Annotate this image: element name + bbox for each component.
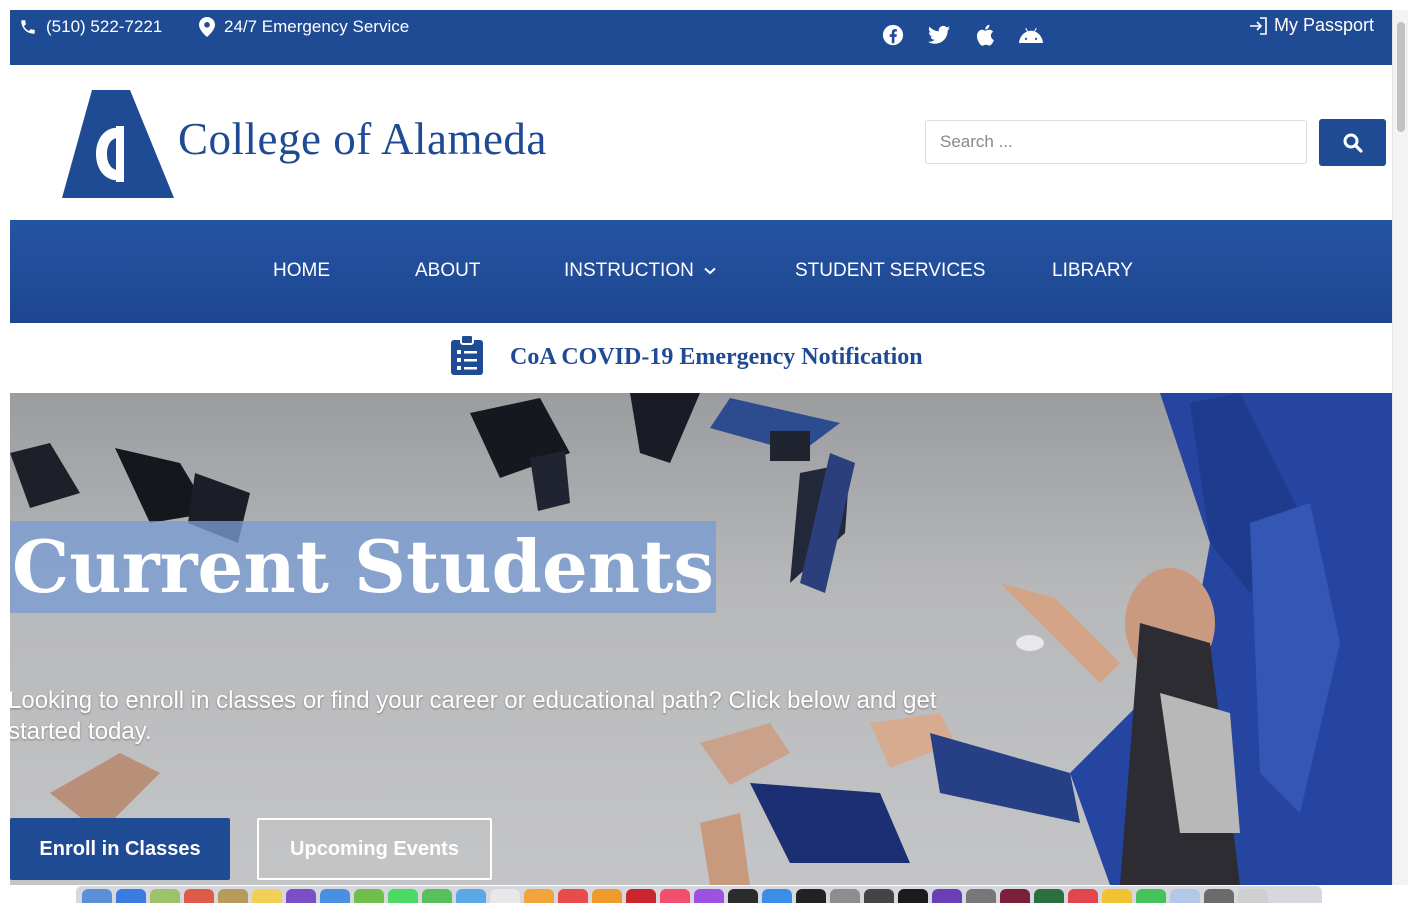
search-input[interactable] <box>925 120 1307 164</box>
college-logo[interactable] <box>62 90 174 198</box>
site-header: College of Alameda <box>10 65 1392 220</box>
passport-label: My Passport <box>1273 15 1374 35</box>
vertical-scrollbar[interactable] <box>1392 10 1408 885</box>
main-nav: HOME ABOUT INSTRUCTION STUDENT SERVICES … <box>10 220 1392 323</box>
dock-app-icon[interactable] <box>1068 889 1098 903</box>
dock-app-icon[interactable] <box>524 889 554 903</box>
dock-app-icon[interactable] <box>354 889 384 903</box>
dock-app-icon[interactable] <box>422 889 452 903</box>
macos-dock <box>76 886 1322 903</box>
phone-link[interactable]: (510) 522-7221 <box>19 17 162 37</box>
dock-app-icon[interactable] <box>728 889 758 903</box>
dock-app-icon[interactable] <box>1204 889 1234 903</box>
social-links <box>880 22 1044 48</box>
graduation-photo <box>10 393 1392 885</box>
clipboard-list-icon <box>451 335 483 375</box>
upcoming-events-button[interactable]: Upcoming Events <box>257 818 492 880</box>
dock-app-icon[interactable] <box>116 889 146 903</box>
dock-app-icon[interactable] <box>830 889 860 903</box>
dock-app-icon[interactable] <box>456 889 486 903</box>
emergency-service: 24/7 Emergency Service <box>199 17 409 37</box>
nav-home-label: HOME <box>273 260 330 281</box>
dock-app-icon[interactable] <box>184 889 214 903</box>
chevron-down-icon <box>704 267 716 275</box>
web-page: (510) 522-7221 24/7 Emergency Service My… <box>10 10 1392 885</box>
dock-app-icon[interactable] <box>796 889 826 903</box>
hero-banner: Current Students Looking to enroll in cl… <box>10 393 1392 885</box>
dock-app-icon[interactable] <box>286 889 316 903</box>
map-pin-icon <box>199 17 215 37</box>
phone-number: (510) 522-7221 <box>46 17 163 36</box>
nav-about[interactable]: ABOUT <box>415 260 480 282</box>
sign-in-icon <box>1249 16 1267 35</box>
nav-instruction-label: INSTRUCTION <box>564 260 694 281</box>
nav-student-services-label: STUDENT SERVICES <box>795 260 986 281</box>
dock-app-icon[interactable] <box>966 889 996 903</box>
facebook-icon[interactable] <box>880 22 906 48</box>
nav-home[interactable]: HOME <box>273 260 330 282</box>
dock-app-icon[interactable] <box>558 889 588 903</box>
dock-app-icon[interactable] <box>762 889 792 903</box>
nav-student-services[interactable]: STUDENT SERVICES <box>795 260 985 282</box>
dock-app-icon[interactable] <box>660 889 690 903</box>
nav-instruction[interactable]: INSTRUCTION <box>564 260 716 282</box>
dock-app-icon[interactable] <box>694 889 724 903</box>
dock-app-icon[interactable] <box>864 889 894 903</box>
dock-app-icon[interactable] <box>1136 889 1166 903</box>
college-name[interactable]: College of Alameda <box>178 113 547 165</box>
dock-app-icon[interactable] <box>1170 889 1200 903</box>
dock-app-icon[interactable] <box>82 889 112 903</box>
my-passport-link[interactable]: My Passport <box>1248 15 1374 36</box>
dock-app-icon[interactable] <box>932 889 962 903</box>
search-icon <box>1343 133 1363 153</box>
hero-title: Current Students <box>10 521 716 613</box>
dock-app-icon[interactable] <box>898 889 928 903</box>
covid-notice-text: CoA COVID-19 Emergency Notification <box>510 344 923 370</box>
covid-notice[interactable]: CoA COVID-19 Emergency Notification <box>10 323 1392 393</box>
nav-library[interactable]: LIBRARY <box>1052 260 1133 282</box>
dock-app-icon[interactable] <box>1102 889 1132 903</box>
apple-icon[interactable] <box>972 22 998 48</box>
scrollbar-thumb[interactable] <box>1397 22 1405 132</box>
hero-subtitle: Looking to enroll in classes or find you… <box>10 687 937 745</box>
dock-app-icon[interactable] <box>592 889 622 903</box>
nav-about-label: ABOUT <box>415 260 481 281</box>
enroll-in-classes-button[interactable]: Enroll in Classes <box>10 818 230 880</box>
dock-app-icon[interactable] <box>218 889 248 903</box>
phone-icon <box>21 20 35 34</box>
dock-app-icon[interactable] <box>252 889 282 903</box>
nav-library-label: LIBRARY <box>1052 260 1133 281</box>
dock-app-icon[interactable] <box>388 889 418 903</box>
dock-app-icon[interactable] <box>1238 889 1268 903</box>
search-button[interactable] <box>1319 119 1386 166</box>
top-bar: (510) 522-7221 24/7 Emergency Service My… <box>10 10 1392 65</box>
dock-app-icon[interactable] <box>150 889 180 903</box>
twitter-icon[interactable] <box>926 22 952 48</box>
dock-app-icon[interactable] <box>1000 889 1030 903</box>
dock-app-icon[interactable] <box>626 889 656 903</box>
dock-app-icon[interactable] <box>1034 889 1064 903</box>
dock-app-icon[interactable] <box>490 889 520 903</box>
android-icon[interactable] <box>1018 22 1044 48</box>
emergency-label: 24/7 Emergency Service <box>224 17 410 36</box>
dock-app-icon[interactable] <box>320 889 350 903</box>
